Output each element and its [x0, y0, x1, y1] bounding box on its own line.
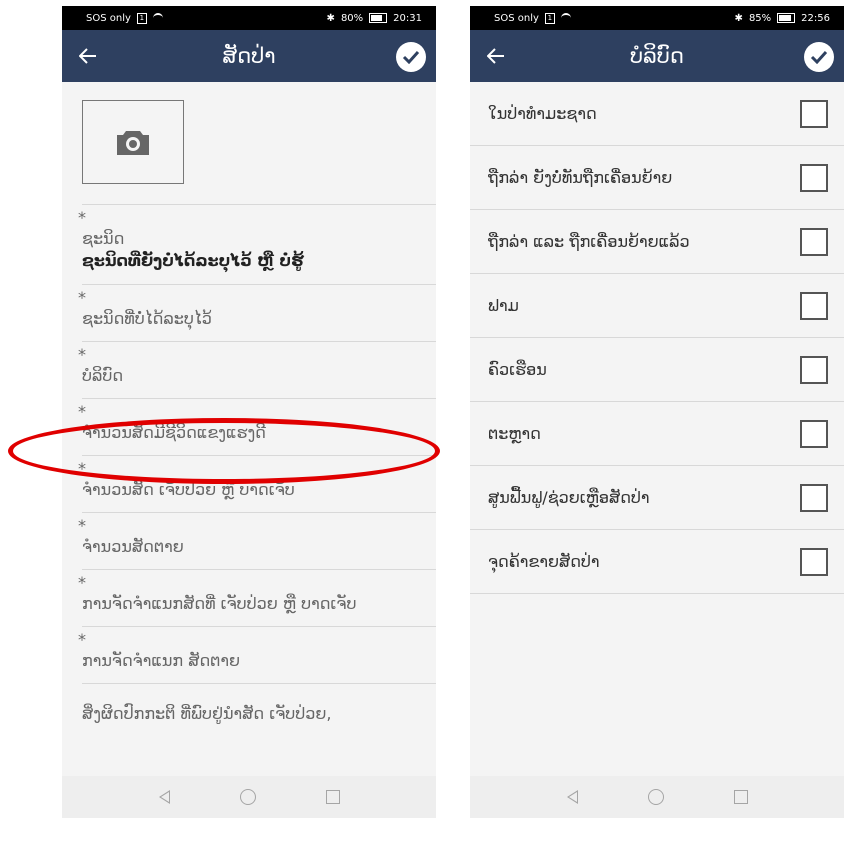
options-list: ໃນປ່າທຳມະຊາດ ຖືກລ່າ ຍັງບໍ່ທັນຖືກເຄື່ອນຍ້…	[470, 82, 844, 776]
phone-screen-wildlife-form: SOS only 1 ✱ 80% 20:31 ສັດປ່າ * ຊະນິດ ຊະ…	[62, 6, 436, 818]
sim-icon: 1	[544, 12, 555, 24]
option-label: ໃນປ່າທຳມະຊາດ	[488, 104, 597, 123]
clock: 20:31	[393, 12, 422, 24]
android-nav-bar	[62, 776, 436, 818]
required-marker: *	[78, 208, 86, 227]
field-label: ຊະນິດ	[82, 229, 125, 248]
healthy-count-field[interactable]: * ຈຳນວນສັດມີຊີວິດແຂງແຮງດີ	[78, 398, 436, 455]
field-value: ຊະນິດທີ່ຍັງບໍ່ໄດ້ລະບຸໄວ້ ຫຼື ບໍ່ຮູ້	[82, 251, 304, 270]
nav-back-icon[interactable]	[566, 790, 578, 804]
camera-icon	[117, 131, 149, 155]
option-label: ສູນຟື້ນຟູ/ຊ່ວຍເຫຼືອສັດປ່າ	[488, 488, 650, 507]
required-marker: *	[78, 345, 86, 364]
list-item[interactable]: ຖືກລ່າ ແລະ ຖືກເຄື່ອນຍ້າຍແລ້ວ	[470, 210, 844, 274]
species-field[interactable]: * ຊະນິດ ຊະນິດທີ່ຍັງບໍ່ໄດ້ລະບຸໄວ້ ຫຼື ບໍ່…	[78, 204, 436, 284]
field-label: ຈຳນວນສັດມີຊີວິດແຂງແຮງດີ	[82, 423, 266, 442]
back-arrow-icon[interactable]	[72, 40, 104, 72]
app-bar: ສັດປ່າ	[62, 30, 436, 82]
page-title: ບໍລິບົດ	[630, 44, 684, 68]
required-marker: *	[78, 459, 86, 478]
required-marker: *	[78, 288, 86, 307]
list-item[interactable]: ຄົວເຮືອນ	[470, 338, 844, 402]
option-checkbox[interactable]	[800, 355, 828, 384]
option-label: ຖືກລ່າ ຍັງບໍ່ທັນຖືກເຄື່ອນຍ້າຍ	[488, 168, 673, 187]
form-content: * ຊະນິດ ຊະນິດທີ່ຍັງບໍ່ໄດ້ລະບຸໄວ້ ຫຼື ບໍ່…	[62, 82, 436, 776]
field-label: ຊະນິດທີ່ບໍ່ໄດ້ລະບຸໄວ້	[82, 309, 212, 328]
context-field[interactable]: * ບໍລິບົດ	[78, 341, 436, 398]
wifi-icon	[560, 13, 571, 23]
battery-percent: 85%	[748, 12, 772, 24]
list-item[interactable]: ຈຸດຄ້າຂາຍສັດປ່າ	[470, 530, 844, 594]
android-nav-bar	[470, 776, 844, 818]
option-checkbox[interactable]	[800, 99, 828, 128]
field-label: ການຈັດຈຳແນກ ສັດຕາຍ	[82, 651, 241, 670]
option-checkbox[interactable]	[800, 483, 828, 512]
option-label: ຖືກລ່າ ແລະ ຖືກເຄື່ອນຍ້າຍແລ້ວ	[488, 232, 690, 251]
nav-home-icon[interactable]	[647, 789, 664, 805]
status-bar: SOS only 1 ✱ 85% 22:56	[470, 6, 844, 30]
list-item[interactable]: ສູນຟື້ນຟູ/ຊ່ວຍເຫຼືອສັດປ່າ	[470, 466, 844, 530]
option-checkbox[interactable]	[800, 419, 828, 448]
sick-injured-classification-field[interactable]: * ການຈັດຈຳແນກສັດທີ່ ເຈັບປ່ວຍ ຫຼື ບາດເຈັບ	[78, 569, 436, 626]
unspecified-species-field[interactable]: * ຊະນິດທີ່ບໍ່ໄດ້ລະບຸໄວ້	[78, 284, 436, 341]
nav-recent-icon[interactable]	[733, 790, 748, 804]
required-marker: *	[78, 573, 86, 592]
required-marker: *	[78, 630, 86, 649]
option-checkbox[interactable]	[800, 291, 828, 320]
list-item[interactable]: ຕະຫຼາດ	[470, 402, 844, 466]
status-bar: SOS only 1 ✱ 80% 20:31	[62, 6, 436, 30]
phone-screen-context-picker: SOS only 1 ✱ 85% 22:56 ບໍລິບົດ ໃນປ່າທຳມະ…	[470, 6, 844, 818]
app-bar: ບໍລິບົດ	[470, 30, 844, 82]
dead-count-field[interactable]: * ຈຳນວນສັດຕາຍ	[78, 512, 436, 569]
clock: 22:56	[801, 12, 830, 24]
list-item[interactable]: ຖືກລ່າ ຍັງບໍ່ທັນຖືກເຄື່ອນຍ້າຍ	[470, 146, 844, 210]
carrier-text: SOS only	[86, 12, 131, 24]
field-label: ການຈັດຈຳແນກສັດທີ່ ເຈັບປ່ວຍ ຫຼື ບາດເຈັບ	[82, 594, 357, 613]
list-item[interactable]: ຟາມ	[470, 274, 844, 338]
field-label: ຈຳນວນສັດ ເຈັບປ່ວຍ ຫຼື ບາດເຈັບ	[82, 480, 295, 499]
option-label: ຈຸດຄ້າຂາຍສັດປ່າ	[488, 552, 600, 571]
bluetooth-icon: ✱	[326, 12, 335, 24]
sim-icon: 1	[136, 12, 147, 24]
option-label: ຕະຫຼາດ	[488, 424, 541, 443]
option-checkbox[interactable]	[800, 163, 828, 192]
abnormality-field[interactable]: ສິ່ງຜິດປົກກະຕິ ທີ່ພົບຢູ່ນຳສັດ ເຈັບປ່ວຍ,	[82, 683, 436, 736]
battery-percent: 80%	[340, 12, 364, 24]
field-label: ສິ່ງຜິດປົກກະຕິ ທີ່ພົບຢູ່ນຳສັດ ເຈັບປ່ວຍ,	[82, 704, 332, 723]
bluetooth-icon: ✱	[734, 12, 743, 24]
page-title: ສັດປ່າ	[222, 44, 276, 68]
field-label: ຈຳນວນສັດຕາຍ	[82, 537, 184, 556]
nav-recent-icon[interactable]	[325, 790, 340, 804]
field-label: ບໍລິບົດ	[82, 366, 124, 385]
sick-injured-count-field[interactable]: * ຈຳນວນສັດ ເຈັບປ່ວຍ ຫຼື ບາດເຈັບ	[78, 455, 436, 512]
required-marker: *	[78, 402, 86, 421]
back-arrow-icon[interactable]	[480, 40, 512, 72]
required-marker: *	[78, 516, 86, 535]
battery-icon	[369, 13, 388, 23]
option-label: ຟາມ	[488, 296, 519, 315]
nav-back-icon[interactable]	[158, 790, 170, 804]
list-item[interactable]: ໃນປ່າທຳມະຊາດ	[470, 82, 844, 146]
photo-button[interactable]	[82, 100, 184, 184]
option-checkbox[interactable]	[800, 547, 828, 576]
wifi-icon	[152, 13, 163, 23]
option-label: ຄົວເຮືອນ	[488, 360, 547, 379]
nav-home-icon[interactable]	[239, 789, 256, 805]
carrier-text: SOS only	[494, 12, 539, 24]
dead-classification-field[interactable]: * ການຈັດຈຳແນກ ສັດຕາຍ	[78, 626, 436, 683]
battery-icon	[777, 13, 796, 23]
check-circle-icon[interactable]	[396, 42, 426, 72]
option-checkbox[interactable]	[800, 227, 828, 256]
check-circle-icon[interactable]	[804, 42, 834, 72]
